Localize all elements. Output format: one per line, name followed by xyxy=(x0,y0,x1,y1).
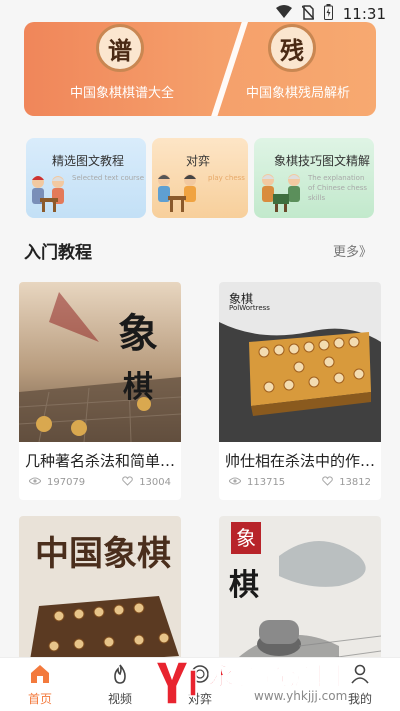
card-play[interactable]: 对弈 play chess xyxy=(152,138,248,218)
banner-divider xyxy=(204,22,250,116)
article-title[interactable]: 帅仕相在杀法中的作… xyxy=(225,450,377,471)
seal-can: 残 xyxy=(268,24,316,72)
article-title[interactable]: 几种著名杀法和简单… xyxy=(25,450,177,471)
thumbnail-calligraphy: 中国象棋 xyxy=(35,534,171,574)
tab-label: 首页 xyxy=(27,692,52,706)
like-count: 13812 xyxy=(339,477,371,488)
tab-label: 视频 xyxy=(107,692,132,706)
article-card[interactable]: 象 棋 几种著名杀法和简单… 197079 13004 xyxy=(19,282,181,500)
watermark: 永辉资源网 www.yhkjjj.com xyxy=(150,654,390,711)
article-thumbnail: 中国象棋 xyxy=(19,516,181,676)
no-sim-icon xyxy=(301,4,315,24)
heart-icon xyxy=(122,476,133,489)
tab-home[interactable]: 首页 xyxy=(10,662,70,707)
home-icon xyxy=(10,662,70,686)
card-title: 象棋技巧图文精解 xyxy=(274,154,371,168)
feature-cards: 精选图文教程 Selected text course 对弈 play ches… xyxy=(26,138,374,218)
view-count: 197079 xyxy=(47,477,86,488)
article-thumbnail: 象 棋 xyxy=(19,282,181,442)
players-illustration-icon xyxy=(32,176,64,212)
card-title: 对弈 xyxy=(186,154,211,168)
card-subtitle: play chess xyxy=(208,174,245,182)
thumbnail-calligraphy: 棋 xyxy=(229,568,259,603)
article-meta: 113715 13812 xyxy=(228,476,371,489)
article-thumbnail: 象 棋 xyxy=(219,516,381,676)
article-card[interactable]: 象棋 PolWortress 帅仕相在杀法中的作… 113715 13812 xyxy=(219,282,381,500)
seal-pu: 谱 xyxy=(96,24,144,72)
like-count: 13004 xyxy=(139,477,171,488)
banner-right-caption[interactable]: 中国象棋残局解析 xyxy=(246,82,350,101)
card-subtitle: Selected text course xyxy=(72,174,145,182)
more-link[interactable]: 更多》 xyxy=(333,241,372,260)
section-title: 入门教程 xyxy=(24,243,92,263)
wifi-icon xyxy=(275,5,292,23)
players-illustration-icon xyxy=(262,174,300,212)
tab-video[interactable]: 视频 xyxy=(90,662,150,707)
thumbnail-calligraphy: 象 xyxy=(231,522,261,554)
card-subtitle: The explanation of Chinese chess skills xyxy=(308,174,368,202)
card-skills[interactable]: 象棋技巧图文精解 The explanation of Chinese ches… xyxy=(254,138,374,218)
watermark-url: www.yhkjjj.com xyxy=(254,689,348,703)
thumbnail-calligraphy: 象 xyxy=(118,310,158,357)
eye-icon xyxy=(28,477,42,488)
watermark-logo-icon xyxy=(154,661,197,705)
article-meta: 197079 13004 xyxy=(28,476,171,489)
thumbnail-subtitle: PolWortress xyxy=(229,304,270,312)
banner-left-caption[interactable]: 中国象棋棋谱大全 xyxy=(70,82,174,101)
article-thumbnail: 象棋 PolWortress xyxy=(219,282,381,442)
view-count: 113715 xyxy=(247,477,286,488)
card-title: 精选图文教程 xyxy=(52,154,125,168)
players-illustration-icon xyxy=(158,174,196,212)
flame-icon xyxy=(90,662,150,686)
eye-icon xyxy=(228,477,242,488)
heart-icon xyxy=(322,476,333,489)
status-time: 11:31 xyxy=(342,5,386,23)
banner[interactable]: 谱 残 中国象棋棋谱大全 中国象棋残局解析 xyxy=(24,22,376,116)
watermark-text: 永辉资源网 xyxy=(207,662,344,693)
thumbnail-calligraphy: 棋 xyxy=(123,370,153,405)
battery-icon xyxy=(323,4,333,24)
card-tutorials[interactable]: 精选图文教程 Selected text course xyxy=(26,138,146,218)
